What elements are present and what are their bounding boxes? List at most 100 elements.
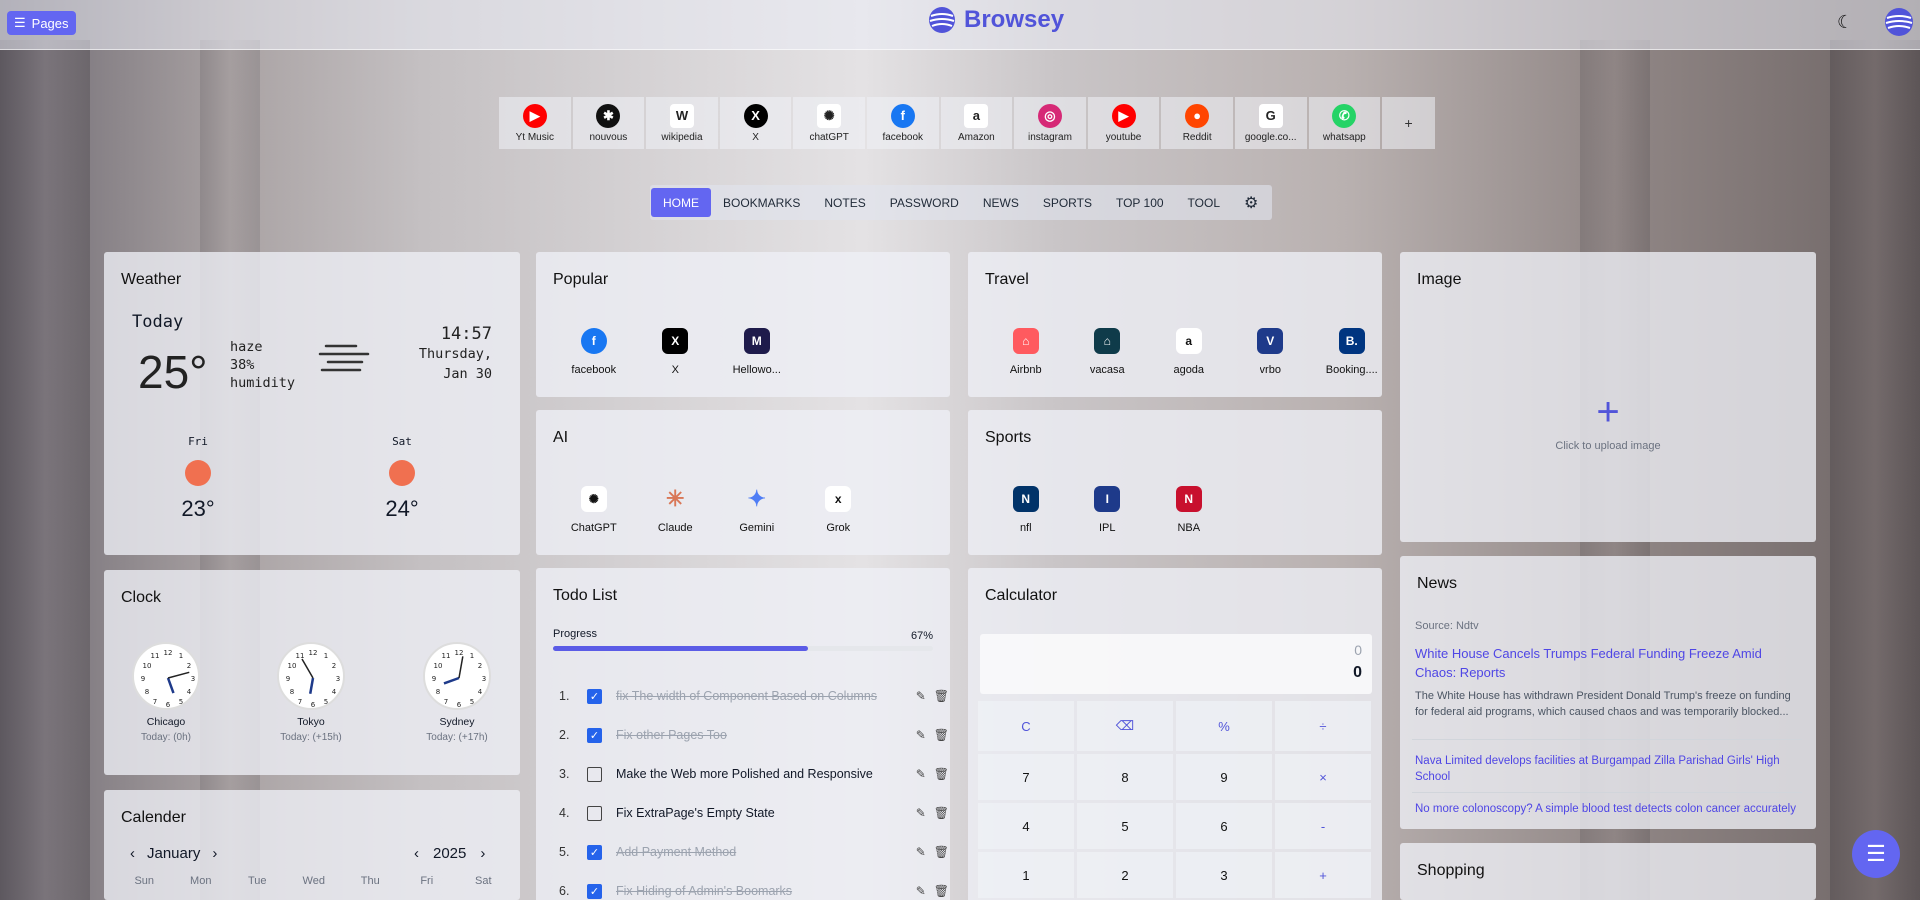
edit-icon[interactable]: ✎ <box>916 845 926 859</box>
calc-key-4[interactable]: 7 <box>978 754 1074 800</box>
profile-avatar-icon[interactable] <box>1884 7 1914 37</box>
calc-key-1[interactable]: ⌫ <box>1077 701 1173 751</box>
calc-key-2[interactable]: % <box>1176 701 1272 751</box>
shortcut-yt-music[interactable]: ▶ Yt Music <box>499 97 571 149</box>
todo-title: Todo List <box>553 587 618 604</box>
shortcut-x[interactable]: XX <box>719 97 792 149</box>
nav-home[interactable]: HOME <box>651 188 711 217</box>
calc-key-3[interactable]: ÷ <box>1275 701 1371 751</box>
shortcut-nouvous[interactable]: ✱ nouvous <box>572 97 645 149</box>
calc-key-13[interactable]: 2 <box>1077 852 1173 898</box>
popular-link-2[interactable]: M Hellowo... <box>716 328 798 376</box>
sun-icon <box>185 460 211 486</box>
nav-bookmarks[interactable]: BOOKMARKS <box>711 188 812 217</box>
shortcut-instagram[interactable]: ◎ instagram <box>1014 97 1086 149</box>
ai-link-1[interactable]: ✳ Claude <box>635 486 717 534</box>
prev-year-icon[interactable]: ‹ <box>414 845 419 862</box>
todo-checkbox[interactable] <box>587 766 602 782</box>
shortcut-google-co-[interactable]: Ggoogle.co... <box>1234 97 1307 149</box>
shortcut-facebook[interactable]: f facebook <box>866 97 939 149</box>
calc-key-6[interactable]: 9 <box>1176 754 1272 800</box>
todo-actions: ✎ 🗑 <box>916 767 949 781</box>
edit-icon[interactable]: ✎ <box>916 767 926 781</box>
prev-month-icon[interactable]: ‹ <box>130 845 135 862</box>
calc-key-0[interactable]: C <box>978 701 1074 751</box>
todo-checkbox[interactable]: ✓ <box>587 844 602 860</box>
shortcut-chatgpt[interactable]: ✺ chatGPT <box>793 97 865 149</box>
trash-icon[interactable]: 🗑 <box>934 689 949 703</box>
sports-link-0[interactable]: Nnfl <box>985 486 1067 534</box>
calc-key-7[interactable]: × <box>1275 754 1371 800</box>
calc-key-10[interactable]: 6 <box>1176 803 1272 849</box>
calc-key-15[interactable]: + <box>1275 852 1371 898</box>
trash-icon[interactable]: 🗑 <box>934 884 949 898</box>
calc-key-14[interactable]: 3 <box>1176 852 1272 898</box>
todo-checkbox[interactable] <box>587 805 602 821</box>
add-shortcut-button[interactable]: + <box>1382 97 1436 149</box>
trash-icon[interactable]: 🗑 <box>934 845 949 859</box>
edit-icon[interactable]: ✎ <box>916 884 926 898</box>
popular-link-0[interactable]: f facebook <box>553 328 635 376</box>
shortcut-amazon[interactable]: a Amazon <box>940 97 1013 149</box>
ai-link-0[interactable]: ✺ ChatGPT <box>553 486 635 534</box>
travel-link-3[interactable]: Vvrbo <box>1230 328 1312 376</box>
clock-tokyo: 12 3 6 9 1 2 4 5 7 8 10 11 Tokyo Today: (+15h) <box>251 642 371 743</box>
calculator-title: Calculator <box>985 587 1058 604</box>
svg-text:4: 4 <box>478 688 483 696</box>
pages-menu-button[interactable]: ☰ Pages <box>7 11 76 35</box>
ai-link-3[interactable]: x Grok <box>798 486 880 534</box>
shortcut-whatsapp[interactable]: ✆ whatsapp <box>1308 97 1381 149</box>
trash-icon[interactable]: 🗑 <box>934 806 949 820</box>
shortcut-wikipedia[interactable]: Wwikipedia <box>646 97 718 149</box>
ai-link-2[interactable]: ✦ Gemini <box>716 486 798 534</box>
svg-text:3: 3 <box>191 675 195 683</box>
upload-plus-icon[interactable]: + <box>1400 392 1816 432</box>
image-card[interactable]: Image + Click to upload image <box>1400 252 1816 542</box>
nav-sports[interactable]: SPORTS <box>1031 188 1104 217</box>
news-link-item[interactable]: Nava Limited develops facilities at Burg… <box>1415 753 1805 785</box>
calc-key-5[interactable]: 8 <box>1077 754 1173 800</box>
nav-password[interactable]: PASSWORD <box>878 188 971 217</box>
trash-icon[interactable]: 🗑 <box>934 728 949 742</box>
edit-icon[interactable]: ✎ <box>916 728 926 742</box>
sports-link-2[interactable]: N NBA <box>1148 486 1230 534</box>
todo-checkbox[interactable]: ✓ <box>587 883 602 899</box>
weather-time: 14:57 <box>440 324 492 344</box>
calendar-year[interactable]: 2025 <box>433 845 466 862</box>
news-headline[interactable]: White House Cancels Trumps Federal Fundi… <box>1415 644 1805 682</box>
shortcut-youtube[interactable]: ▶ youtube <box>1087 97 1160 149</box>
edit-icon[interactable]: ✎ <box>916 689 926 703</box>
todo-checkbox[interactable]: ✓ <box>587 727 602 743</box>
calc-key-8[interactable]: 4 <box>978 803 1074 849</box>
news-link-item[interactable]: No more colonoscopy? A simple blood test… <box>1415 801 1805 817</box>
settings-gear-icon[interactable]: ⚙ <box>1232 188 1270 217</box>
popular-link-1[interactable]: XX <box>635 328 717 376</box>
edit-icon[interactable]: ✎ <box>916 806 926 820</box>
calc-key-11[interactable]: - <box>1275 803 1371 849</box>
shortcut-label: wikipedia <box>661 131 703 143</box>
next-year-icon[interactable]: › <box>480 845 485 862</box>
nav-news[interactable]: NEWS <box>971 188 1031 217</box>
calendar-month[interactable]: January <box>147 845 200 862</box>
trash-icon[interactable]: 🗑 <box>934 767 949 781</box>
brand-logo[interactable]: Browsey <box>928 6 1064 34</box>
calc-key-12[interactable]: 1 <box>978 852 1074 898</box>
travel-link-0[interactable]: ⌂ Airbnb <box>985 328 1067 376</box>
floating-menu-button[interactable]: ☰ <box>1852 830 1900 878</box>
todo-checkbox[interactable]: ✓ <box>587 688 602 704</box>
travel-link-2[interactable]: a agoda <box>1148 328 1230 376</box>
dark-mode-toggle[interactable]: ☾ <box>1837 12 1857 32</box>
next-month-icon[interactable]: › <box>212 845 217 862</box>
nav-tool[interactable]: TOOL <box>1176 188 1232 217</box>
travel-link-4[interactable]: B. Booking.... <box>1311 328 1393 376</box>
sports-link-1[interactable]: I IPL <box>1067 486 1149 534</box>
popular-title: Popular <box>553 271 609 288</box>
todo-number: 5. <box>559 845 570 859</box>
travel-link-1[interactable]: ⌂ vacasa <box>1067 328 1149 376</box>
calc-key-9[interactable]: 5 <box>1077 803 1173 849</box>
top-bar: ☰ Pages Browsey ☾ <box>0 0 1920 50</box>
nav-top-100[interactable]: TOP 100 <box>1104 188 1176 217</box>
weather-day: Thursday, <box>418 346 492 362</box>
nav-notes[interactable]: NOTES <box>812 188 877 217</box>
shortcut-reddit[interactable]: ● Reddit <box>1161 97 1233 149</box>
